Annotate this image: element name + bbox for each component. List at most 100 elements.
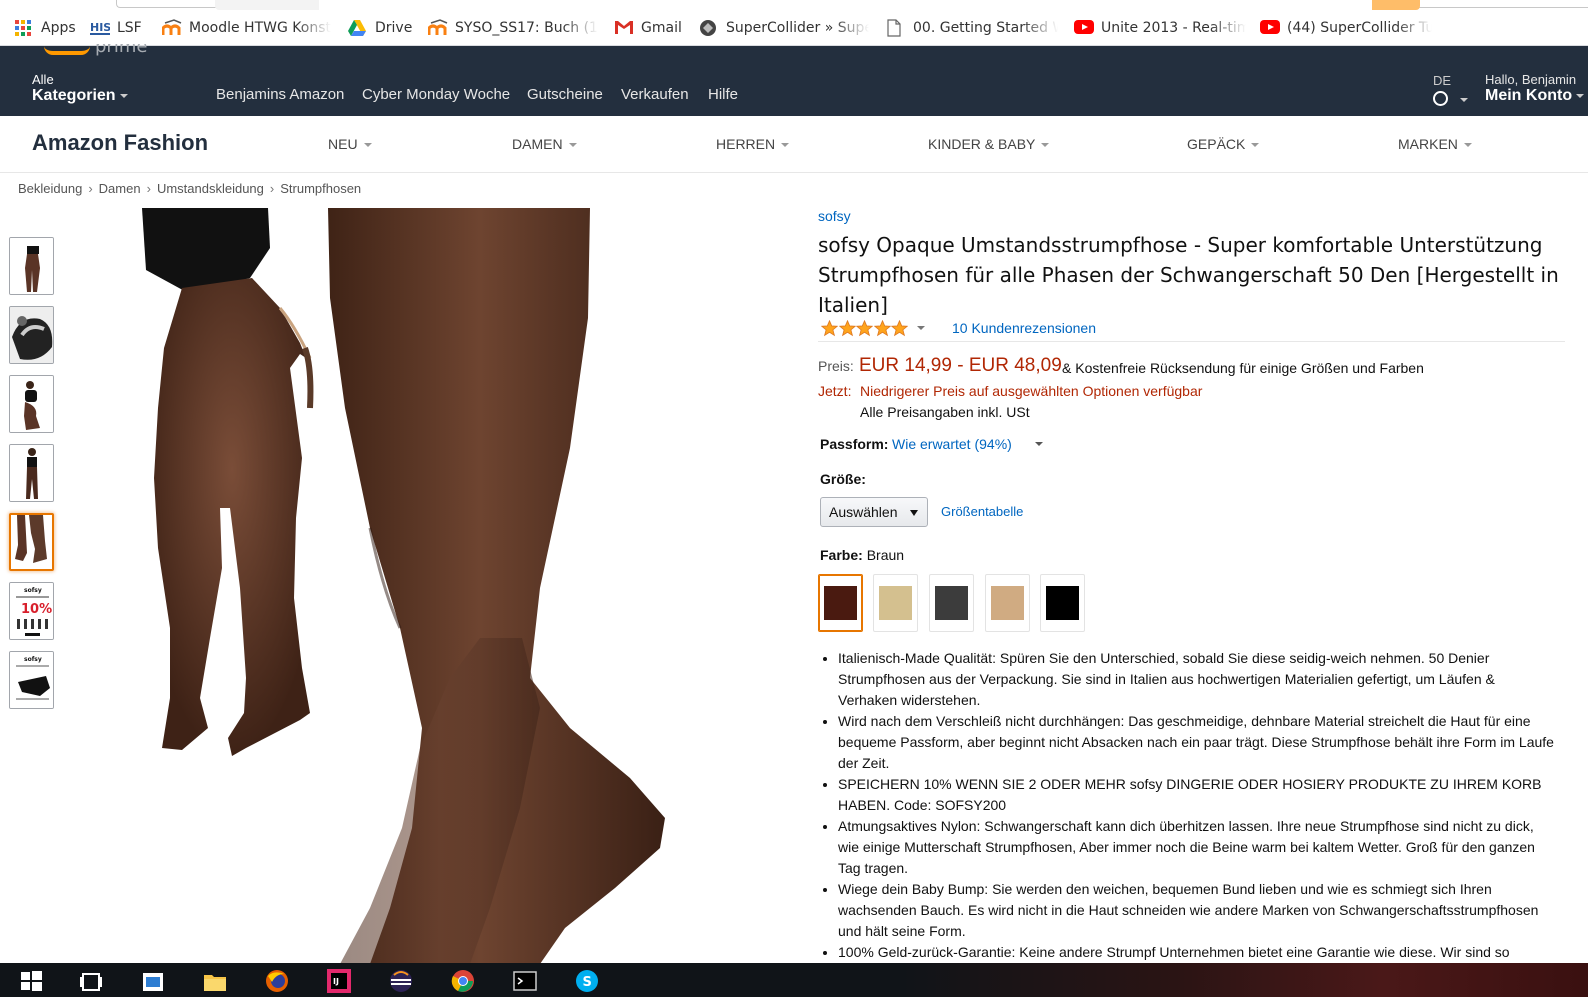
bookmark-getting-started[interactable]: 00. Getting Started W <box>886 16 1058 40</box>
feature-bullets: Italienisch-Made Qualität: Spüren Sie de… <box>822 648 1557 963</box>
star-icon <box>821 319 838 336</box>
search-category-dropdown[interactable] <box>215 0 319 10</box>
breadcrumb-item[interactable]: Damen <box>99 181 141 196</box>
breadcrumb-item[interactable]: Bekleidung <box>18 181 82 196</box>
chevron-down-icon <box>568 143 577 148</box>
vat-note: Alle Preisangaben inkl. USt <box>860 404 1030 420</box>
gmail-icon <box>614 19 633 37</box>
terminal-icon[interactable] <box>512 968 538 994</box>
product-thumbnail[interactable] <box>9 444 54 502</box>
youtube-icon <box>1260 19 1280 37</box>
now-label: Jetzt: <box>818 383 852 399</box>
language-label[interactable]: DE <box>1433 73 1451 88</box>
fit-label: Passform: <box>820 436 889 452</box>
star-rating[interactable] <box>821 317 925 339</box>
breadcrumb: Bekleidung › Damen › Umstandskleidung › Strump… <box>18 181 361 196</box>
product-thumbnail[interactable]: sofsy <box>9 651 54 709</box>
bookmark-unite[interactable]: Unite 2013 - Real-tim <box>1074 16 1246 40</box>
product-thumbnail[interactable] <box>9 237 54 295</box>
fashion-nav-gepaeck[interactable]: GEPÄCK <box>1187 136 1260 152</box>
bookmark-drive[interactable]: Drive <box>348 16 412 40</box>
reviews-link[interactable]: 10 Kundenrezensionen <box>952 320 1096 336</box>
bookmark-supercollider-tutorial[interactable]: (44) SuperCollider Tu <box>1260 16 1432 40</box>
fashion-nav-label: KINDER & BABY <box>928 136 1036 152</box>
moodle-icon <box>162 19 182 37</box>
color-swatch-braun[interactable] <box>818 574 863 632</box>
skype-icon[interactable]: S <box>574 968 600 994</box>
color-label-row: Farbe: Braun <box>820 547 904 563</box>
breadcrumb-item[interactable]: Strumpfhosen <box>280 181 361 196</box>
breadcrumb-item[interactable]: Umstandskleidung <box>157 181 264 196</box>
bookmark-label: Gmail <box>641 20 682 36</box>
bookmark-label: Moodle HTWG Konst <box>189 20 331 36</box>
star-icon <box>873 319 891 336</box>
free-returns-note: & Kostenfreie Rücksendung für einige Grö… <box>1062 360 1424 376</box>
product-main-image[interactable] <box>70 208 750 964</box>
amazon-logo-smile[interactable] <box>44 46 90 55</box>
chevron-down-icon[interactable] <box>1035 442 1043 446</box>
fashion-title[interactable]: Amazon Fashion <box>32 130 208 156</box>
bookmark-label: (44) SuperCollider Tu <box>1287 20 1432 36</box>
product-thumbnail[interactable] <box>9 306 54 364</box>
star-icon <box>891 319 908 336</box>
bookmark-moodle[interactable]: Moodle HTWG Konst <box>162 16 332 40</box>
product-thumbnail[interactable]: sofsy 10% <box>9 582 54 640</box>
size-label: Größe: <box>820 471 866 487</box>
windows-start-icon[interactable] <box>18 968 44 994</box>
nav-link-gutscheine[interactable]: Gutscheine <box>527 86 603 103</box>
fashion-nav-marken[interactable]: MARKEN <box>1398 136 1472 152</box>
windows-taskbar: IJ S <box>0 963 1588 997</box>
intellij-icon[interactable]: IJ <box>326 968 352 994</box>
fit-link[interactable]: Wie erwartet (94%) <box>892 436 1012 452</box>
fashion-nav-damen[interactable]: DAMEN <box>512 136 577 152</box>
chevron-down-icon <box>363 143 372 148</box>
bookmark-gmail[interactable]: Gmail <box>614 16 682 40</box>
chevron-down-icon <box>1576 93 1585 98</box>
search-input[interactable] <box>319 0 1372 10</box>
color-swatch[interactable] <box>873 574 918 632</box>
lower-price-note: Niedrigerer Preis auf ausgewählten Optio… <box>860 383 1203 399</box>
chevron-down-icon <box>119 93 128 98</box>
eclipse-icon[interactable] <box>388 968 414 994</box>
firefox-icon[interactable] <box>264 968 290 994</box>
account-label: Mein Konto <box>1485 87 1573 104</box>
nav-link-cyber-monday[interactable]: Cyber Monday Woche <box>362 86 510 103</box>
fashion-nav-label: HERREN <box>716 136 776 152</box>
nav-link-verkaufen[interactable]: Verkaufen <box>621 86 689 103</box>
color-swatch[interactable] <box>929 574 974 632</box>
color-label: Farbe: <box>820 547 863 563</box>
his-icon: HIS <box>90 19 111 37</box>
nav-link-hilfe[interactable]: Hilfe <box>708 86 738 103</box>
bookmark-supercollider[interactable]: SuperCollider » Supe <box>699 16 869 40</box>
bookmark-syso[interactable]: SYSO_SS17: Buch (1. <box>428 16 598 40</box>
globe-icon[interactable] <box>1433 91 1448 106</box>
all-categories-menu[interactable]: Alle Kategorien <box>32 72 128 105</box>
price-label: Preis: <box>818 358 854 374</box>
bookmark-lsf[interactable]: HIS LSF <box>90 16 142 40</box>
fashion-nav-herren[interactable]: HERREN <box>716 136 790 152</box>
task-view-icon[interactable] <box>78 968 104 994</box>
svg-text:IJ: IJ <box>333 977 339 986</box>
color-value: Braun <box>866 547 905 563</box>
size-chart-link[interactable]: Größentabelle <box>941 504 1023 519</box>
bookmark-label: LSF <box>117 20 142 36</box>
product-thumbnail-selected[interactable] <box>9 513 54 571</box>
chrome-icon[interactable] <box>450 968 476 994</box>
product-thumbnail[interactable] <box>9 375 54 433</box>
nav-link-benjamins-amazon[interactable]: Benjamins Amazon <box>216 86 344 103</box>
account-menu[interactable]: Hallo, Benjamin Mein Konto <box>1485 72 1585 105</box>
all-small-label: Alle <box>32 72 54 87</box>
search-button[interactable] <box>1372 0 1420 10</box>
chevron-down-icon <box>1251 143 1260 148</box>
color-swatch[interactable] <box>985 574 1030 632</box>
fashion-nav-neu[interactable]: NEU <box>328 136 372 152</box>
fashion-nav-kinder-baby[interactable]: KINDER & BABY <box>928 136 1050 152</box>
bookmark-label: Apps <box>41 20 76 36</box>
bookmark-apps[interactable]: Apps <box>14 16 76 40</box>
color-swatch[interactable] <box>1040 574 1085 632</box>
file-explorer-icon[interactable] <box>202 968 228 994</box>
store-icon[interactable] <box>140 968 166 994</box>
size-select[interactable]: Auswählen <box>820 497 928 527</box>
svg-text:sofsy: sofsy <box>24 587 42 594</box>
brand-link[interactable]: sofsy <box>818 208 851 224</box>
